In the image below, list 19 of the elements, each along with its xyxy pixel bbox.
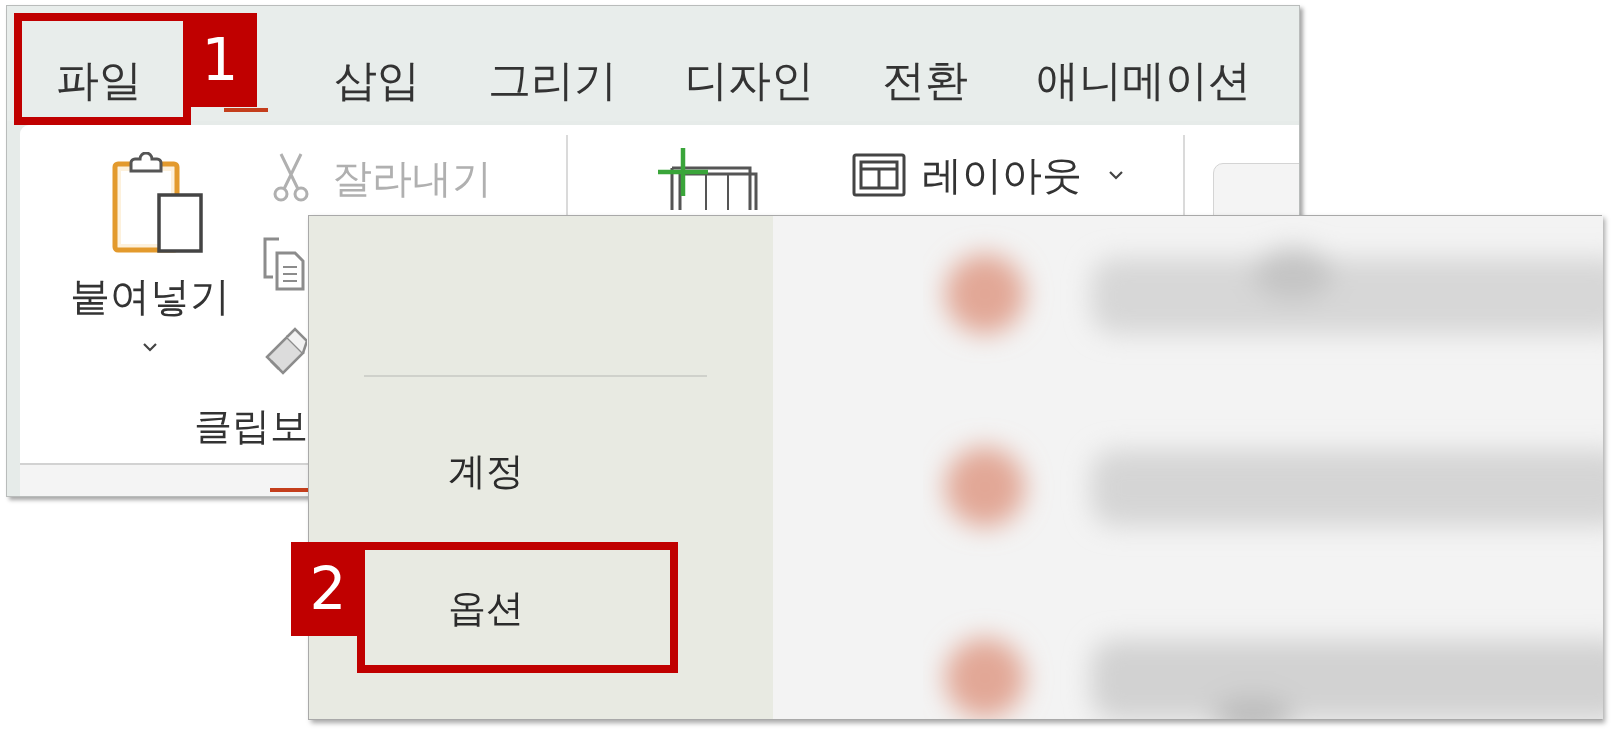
chevron-down-icon [142,342,158,352]
ribbon-tab[interactable]: 그리기 [454,21,651,117]
chevron-down-icon [1108,170,1124,180]
ribbon-tab[interactable]: 디자인 [651,21,848,117]
ribbon-tab[interactable]: 삽입 [300,21,454,117]
ribbon-tab[interactable]: 파일 [22,21,183,117]
ribbon-tab[interactable]: 전환 [848,21,1002,117]
scissors-icon [273,152,309,203]
layout-button[interactable]: 레이아웃 [852,153,1124,197]
window-panes-icon [852,153,906,197]
menu-item[interactable]: 계정 [365,413,670,528]
documents-icon[interactable] [263,237,305,291]
group-label: 클립보 [194,405,308,447]
clipboard-icon [112,152,204,254]
paintbrush-icon[interactable] [265,327,307,375]
paste-button[interactable]: 붙여넣기 [65,152,235,352]
ribbon-tab[interactable]: 애니메이션 [1002,21,1285,117]
plus-pages-icon[interactable] [658,148,760,210]
menu-item[interactable]: 옵션 [365,550,670,665]
